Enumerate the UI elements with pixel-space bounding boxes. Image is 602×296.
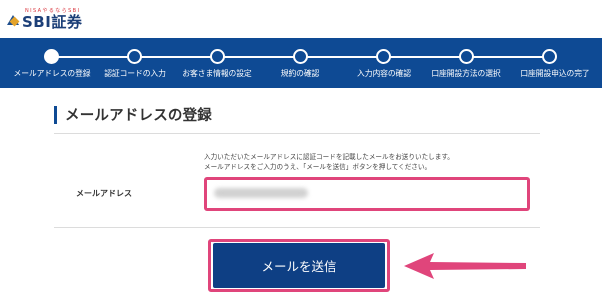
sbi-logo-icon <box>7 15 20 27</box>
instruction-line-1: 入力いただいたメールアドレスに認証コードを記載したメールをお送りいたします。 <box>204 153 454 161</box>
step-label-5: 入力内容の確認 <box>357 69 411 78</box>
step-dot-4 <box>293 49 308 64</box>
pointer-arrow-icon <box>404 253 526 279</box>
step-label-4: 規約の確認 <box>280 69 320 78</box>
step-dot-2 <box>127 49 142 64</box>
step-dot-7 <box>542 49 557 64</box>
send-email-button[interactable]: メールを送信 <box>213 243 385 288</box>
step-dot-3 <box>210 49 225 64</box>
step-dot-6 <box>459 49 474 64</box>
step-label-3: お客さま情報の設定 <box>182 69 252 78</box>
step-label-1: メールアドレスの登録 <box>13 69 91 78</box>
page-title: メールアドレスの登録 <box>65 108 212 124</box>
step-dot-5 <box>376 49 391 64</box>
site-header: NISAやるならSBI SBI証券 <box>0 0 602 38</box>
step-label-2: 認証コードの入力 <box>104 69 166 78</box>
email-field-label: メールアドレス <box>76 189 132 198</box>
instruction-line-2: メールアドレスをご入力のうえ、「メールを送信」ボタンを押してください。 <box>204 163 432 171</box>
instruction-text: 入力いただいたメールアドレスに認証コードを記載したメールをお送りいたします。 メ… <box>204 152 454 172</box>
progress-stepper: メールアドレスの登録 認証コードの入力 お客さま情報の設定 規約の確認 入力内容… <box>0 38 602 88</box>
step-dot-1 <box>44 49 59 64</box>
form-divider <box>54 227 540 228</box>
sbi-logo[interactable]: NISAやるならSBI SBI証券 <box>7 6 82 30</box>
logo-text: SBI証券 <box>22 13 83 31</box>
title-accent-bar <box>54 106 57 124</box>
email-value-redacted <box>214 188 308 198</box>
step-label-6: 口座開設方法の選択 <box>431 69 501 78</box>
step-label-7: 口座開設申込の完了 <box>520 69 590 78</box>
title-divider <box>54 133 540 134</box>
